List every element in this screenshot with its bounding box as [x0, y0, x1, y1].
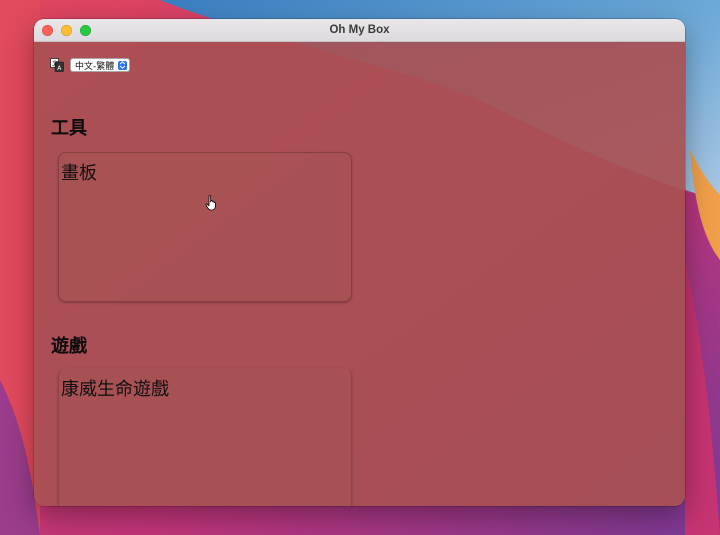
- app-window: Oh My Box 文 A 中文-繁體 工具 畫板 遊戲 康威生命遊戲: [34, 19, 685, 506]
- section-title-games: 遊戲: [51, 336, 87, 357]
- pointer-hand-cursor-icon: [205, 195, 216, 211]
- language-select-value: 中文-繁體: [75, 61, 115, 72]
- game-card-conway-life[interactable]: 康威生命遊戲: [58, 368, 352, 506]
- select-arrows-icon: [118, 60, 128, 70]
- language-translate-icon: 文 A: [50, 58, 64, 72]
- language-select[interactable]: 中文-繁體: [70, 58, 131, 72]
- title-bar[interactable]: Oh My Box: [34, 19, 685, 42]
- tool-card-drawing-board[interactable]: 畫板: [58, 152, 352, 302]
- zoom-window-button[interactable]: [80, 25, 91, 36]
- window-controls: [42, 25, 91, 36]
- language-bar: 文 A 中文-繁體: [50, 58, 131, 72]
- desktop: Oh My Box 文 A 中文-繁體 工具 畫板 遊戲 康威生命遊戲: [0, 0, 720, 535]
- section-title-tools: 工具: [51, 118, 87, 139]
- main-content: 文 A 中文-繁體 工具 畫板 遊戲 康威生命遊戲: [34, 42, 685, 506]
- tool-card-label: 畫板: [61, 163, 97, 184]
- window-title: Oh My Box: [329, 24, 390, 36]
- close-window-button[interactable]: [42, 25, 53, 36]
- game-card-label: 康威生命遊戲: [61, 379, 169, 400]
- minimize-window-button[interactable]: [61, 25, 72, 36]
